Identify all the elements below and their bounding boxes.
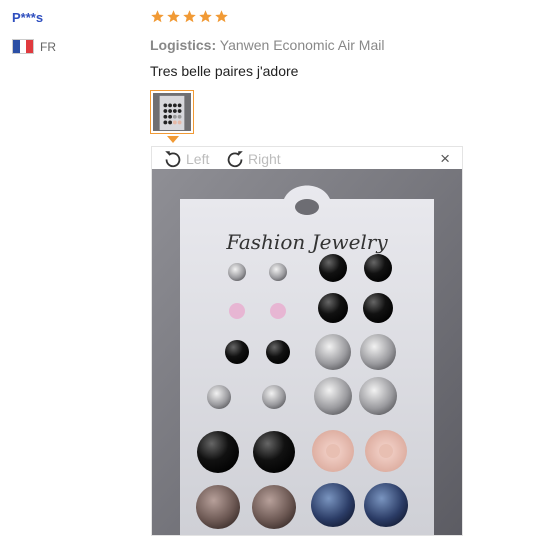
star-icon: [151, 10, 164, 23]
reviewer-country: FR: [12, 39, 56, 54]
logistics-info: Logistics: Yanwen Economic Air Mail: [150, 37, 384, 53]
rotate-right-button[interactable]: Right: [224, 148, 281, 170]
rotate-left-label: Left: [186, 151, 210, 167]
rotate-right-icon: [227, 151, 243, 168]
star-rating: [150, 9, 229, 24]
reviewer-name: P***s: [12, 10, 44, 25]
viewer-toolbar: Left Right ×: [152, 147, 462, 169]
review-text: Tres belle paires j'adore: [150, 63, 299, 79]
star-icon: [215, 10, 228, 23]
close-viewer-button[interactable]: ×: [440, 149, 450, 169]
star-icon: [167, 10, 180, 23]
rotate-left-icon: [165, 151, 181, 168]
star-icon: [199, 10, 212, 23]
rotate-left-button[interactable]: Left: [162, 148, 209, 170]
review-photo-thumbnail[interactable]: [150, 90, 194, 134]
review-photo: Fashion Jewelry: [152, 169, 462, 535]
country-code: FR: [40, 39, 56, 54]
star-icon: [183, 10, 196, 23]
logistics-label: Logistics:: [150, 37, 217, 53]
logistics-value: Yanwen Economic Air Mail: [219, 37, 385, 53]
image-viewer: Left Right × Fashion Jewelry: [151, 146, 463, 536]
rotate-right-label: Right: [248, 151, 281, 167]
card-brand-text: Fashion Jewelry: [225, 230, 388, 254]
earring-card-image: Fashion Jewelry: [152, 169, 462, 535]
thumbnail-image: [153, 93, 191, 131]
thumbnail-pointer: [167, 136, 179, 143]
france-flag-icon: [12, 39, 34, 54]
